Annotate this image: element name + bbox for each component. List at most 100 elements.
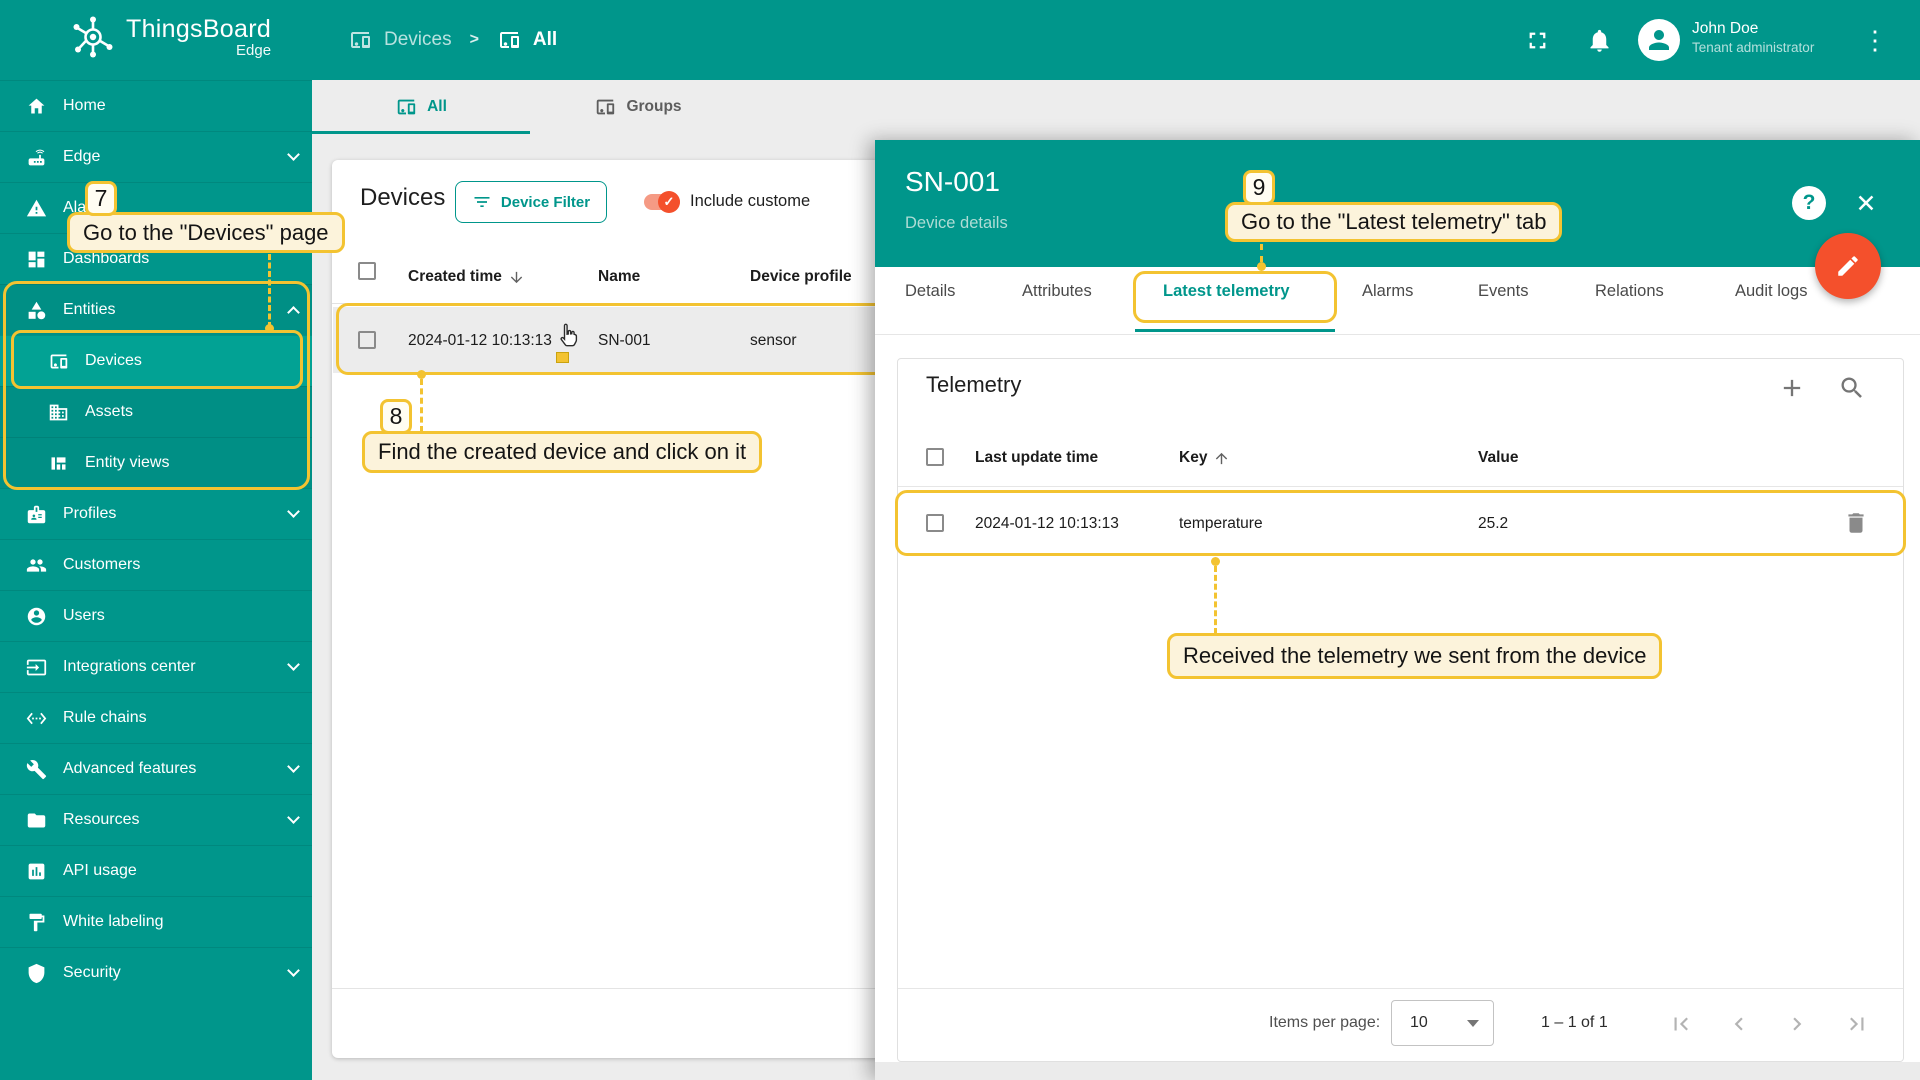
sidebar-item-users[interactable]: Users — [0, 590, 312, 641]
sidebar-item-rule-chains[interactable]: Rule chains — [0, 692, 312, 743]
tab-details[interactable]: Details — [905, 282, 955, 301]
sidebar-item-label: Home — [63, 97, 298, 115]
sidebar-item-resources[interactable]: Resources — [0, 794, 312, 845]
folder-icon — [26, 810, 47, 831]
annotation-text-8: Find the created device and click on it — [362, 431, 762, 473]
telemetry-select-all-checkbox[interactable] — [926, 448, 944, 466]
annotation-number-7: 7 — [85, 181, 117, 216]
breadcrumb-separator: > — [470, 31, 479, 49]
device-filter-button[interactable]: Device Filter — [455, 181, 607, 223]
app-logo[interactable]: ThingsBoard Edge — [70, 14, 271, 60]
sidebar-item-home[interactable]: Home — [0, 80, 312, 131]
previous-page-icon[interactable] — [1726, 1011, 1752, 1037]
chevron-down-icon — [287, 148, 300, 161]
dashboard-icon — [26, 249, 47, 270]
tab-attributes[interactable]: Attributes — [1022, 282, 1092, 301]
sidebar-item-label: Entity views — [85, 454, 298, 472]
name-label: Name — [598, 268, 640, 286]
search-icon[interactable] — [1838, 374, 1866, 402]
column-header-value[interactable]: Value — [1478, 449, 1519, 467]
sidebar-item-label: Users — [63, 607, 298, 625]
edit-fab-button[interactable] — [1815, 233, 1881, 299]
ethernet-icon — [26, 708, 47, 729]
first-page-icon[interactable] — [1668, 1011, 1694, 1037]
sidebar-item-security[interactable]: Security — [0, 947, 312, 998]
devices-breadcrumb-icon — [348, 28, 372, 52]
chevron-down-icon — [287, 811, 300, 824]
device-profile-label: Device profile — [750, 268, 852, 286]
account-icon — [26, 606, 47, 627]
sort-asc-icon — [1213, 450, 1230, 467]
add-telemetry-icon[interactable] — [1778, 374, 1806, 402]
device-details-subtitle: Device details — [905, 214, 1008, 233]
telemetry-value: 25.2 — [1478, 515, 1508, 533]
sidebar-item-assets[interactable]: Assets — [0, 386, 312, 437]
sidebar-item-entity-views[interactable]: Entity views — [0, 437, 312, 488]
thingsboard-app: Devices > All John Doe Tenant administra… — [0, 0, 1920, 1080]
sidebar-item-customers[interactable]: Customers — [0, 539, 312, 590]
telemetry-key: temperature — [1179, 515, 1263, 533]
pagination-range: 1 – 1 of 1 — [1541, 1014, 1608, 1032]
device-created-time: 2024-01-12 10:13:13 — [408, 332, 552, 350]
column-header-name[interactable]: Name — [598, 268, 640, 286]
shield-icon — [26, 963, 47, 984]
key-label: Key — [1179, 449, 1207, 467]
chevron-down-icon — [287, 964, 300, 977]
sidebar-item-label: Entities — [63, 301, 273, 319]
close-icon[interactable]: ✕ — [1850, 188, 1882, 220]
column-header-device-profile[interactable]: Device profile — [750, 268, 872, 286]
fullscreen-icon[interactable] — [1524, 27, 1551, 54]
all-breadcrumb-icon — [497, 28, 521, 52]
telemetry-row-checkbox[interactable] — [926, 514, 944, 532]
sidebar-item-devices[interactable]: Devices — [0, 335, 312, 386]
tab-latest-telemetry[interactable]: Latest telemetry — [1163, 282, 1290, 301]
filter-icon — [472, 192, 492, 212]
input-icon — [26, 657, 47, 678]
tab-all[interactable]: All — [312, 80, 530, 134]
select-all-checkbox[interactable] — [358, 262, 376, 280]
sidebar-item-edge[interactable]: Edge — [0, 131, 312, 182]
person-icon — [1644, 25, 1674, 55]
notifications-bell-icon[interactable] — [1586, 27, 1613, 54]
sidebar-item-label: Integrations center — [63, 658, 273, 676]
device-row-checkbox[interactable] — [358, 331, 376, 349]
sidebar-item-advanced-features[interactable]: Advanced features — [0, 743, 312, 794]
sidebar-item-white-labeling[interactable]: White labeling — [0, 896, 312, 947]
column-header-created-time[interactable]: Created time — [408, 268, 525, 286]
annotation-connector-8 — [420, 379, 423, 432]
sidebar-item-api-usage[interactable]: API usage — [0, 845, 312, 896]
chevron-down-icon — [287, 760, 300, 773]
tab-groups[interactable]: Groups — [530, 80, 746, 134]
tab-alarms[interactable]: Alarms — [1362, 282, 1413, 301]
sidebar: ThingsBoard Edge Home Edge Alarms Dashbo… — [0, 0, 312, 1080]
sidebar-item-label: Resources — [63, 811, 273, 829]
click-indicator — [556, 352, 569, 363]
tab-audit-logs[interactable]: Audit logs — [1735, 282, 1807, 301]
items-per-page-select[interactable]: 10 — [1391, 1000, 1494, 1046]
chevron-down-icon — [287, 505, 300, 518]
breadcrumb: Devices > All — [348, 0, 557, 80]
annotation-text-note: Received the telemetry we sent from the … — [1167, 633, 1662, 679]
last-page-icon[interactable] — [1844, 1011, 1870, 1037]
toggle-check-icon[interactable]: ✓ — [658, 191, 680, 213]
tab-events[interactable]: Events — [1478, 282, 1528, 301]
column-header-key[interactable]: Key — [1179, 449, 1230, 467]
tab-all-label: All — [427, 98, 447, 116]
tools-icon — [26, 759, 47, 780]
breadcrumb-parent[interactable]: Devices — [384, 29, 452, 51]
delete-telemetry-icon[interactable] — [1843, 510, 1869, 536]
user-name: John Doe — [1692, 19, 1814, 39]
sidebar-item-profiles[interactable]: Profiles — [0, 488, 312, 539]
avatar[interactable] — [1638, 19, 1680, 61]
tab-relations[interactable]: Relations — [1595, 282, 1664, 301]
sidebar-item-integrations-center[interactable]: Integrations center — [0, 641, 312, 692]
sidebar-item-label: Rule chains — [63, 709, 298, 727]
overflow-menu-icon[interactable]: ⋮ — [1862, 24, 1886, 56]
device-filter-label: Device Filter — [501, 194, 590, 211]
device-details-title: SN-001 — [905, 166, 1000, 198]
sidebar-item-label: Assets — [85, 403, 298, 421]
column-header-last-update-time[interactable]: Last update time — [975, 449, 1098, 467]
help-icon[interactable]: ? — [1792, 186, 1826, 220]
next-page-icon[interactable] — [1784, 1011, 1810, 1037]
annotation-number-8: 8 — [380, 399, 412, 434]
